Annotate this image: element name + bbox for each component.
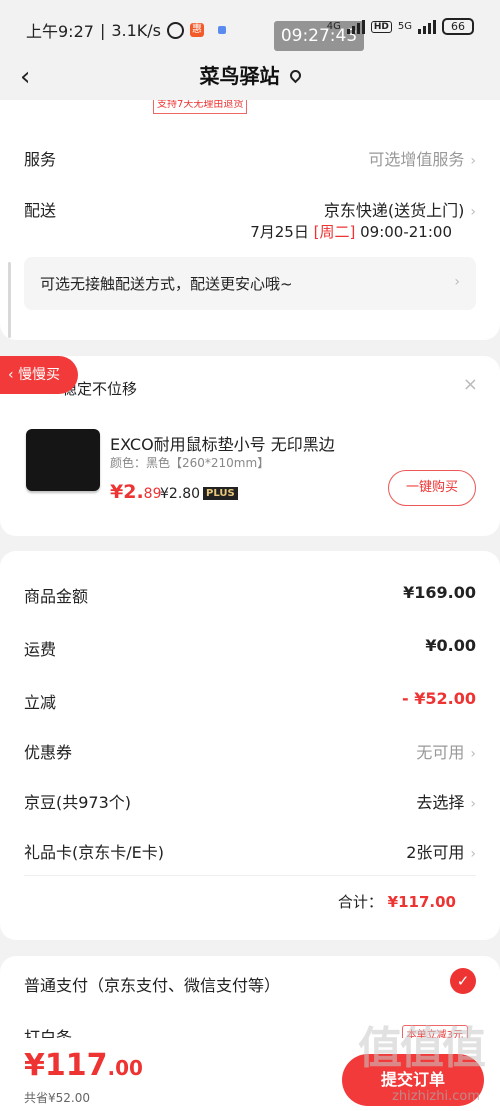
chevron-right-icon: › <box>470 153 476 169</box>
delivery-value: 京东快递(送货上门) › <box>323 201 476 220</box>
status-bar: 上午9:27 | 3.1K/s 惠 09:27:43 4G HD 5G 66 <box>0 0 500 56</box>
return-policy-badge: 支持7天无理由退货 <box>153 100 248 114</box>
price-summary-card: 商品金额 ¥169.00 运费 ¥0.00 立减 - ¥52.00 优惠券 无可… <box>0 551 500 940</box>
summary-row-shipping: 运费 ¥0.00 <box>24 636 476 659</box>
chevron-right-icon: › <box>470 204 476 220</box>
divider <box>24 875 476 876</box>
delivery-label: 配送 <box>24 201 57 220</box>
checkmark-icon[interactable]: ✓ <box>450 968 476 994</box>
status-separator: | <box>99 20 106 40</box>
battery-icon: 66 <box>442 18 474 35</box>
payment-option-normal[interactable]: 普通支付（京东支付、微信支付等） <box>24 972 476 995</box>
service-row[interactable]: 服务 可选增值服务 › <box>24 146 476 169</box>
alarm-icon <box>167 21 184 39</box>
contactless-delivery-notice[interactable]: 可选无接触配送方式，配送更安心哦~ › <box>24 257 476 310</box>
chevron-right-icon: › <box>454 274 460 290</box>
close-icon[interactable]: × <box>463 374 478 395</box>
chevron-right-icon: › <box>470 846 476 862</box>
plus-badge: PLUS <box>203 487 238 500</box>
scroll-indicator <box>8 262 11 338</box>
page-title: 菜鸟驿站 <box>0 60 500 89</box>
delivery-card: 支持7天无理由退货 服务 可选增值服务 › 配送 京东快递(送货上门) › 7月25… <box>0 100 500 340</box>
location-pin-icon <box>287 67 303 84</box>
summary-row-jingdou[interactable]: 京豆(共973个) 去选择 › <box>24 789 476 812</box>
saved-amount: 共省¥52.00 <box>24 1091 90 1105</box>
status-left: 上午9:27 | 3.1K/s 惠 <box>26 18 226 42</box>
subtotal-label: 合计： <box>337 893 383 911</box>
hd-icon: HD <box>370 20 392 33</box>
product-image[interactable] <box>26 429 100 491</box>
summary-row-giftcard[interactable]: 礼品卡(京东卡/E卡) 2张可用 › <box>24 839 476 862</box>
product-price: ¥2.89 <box>110 481 162 503</box>
network-5g-label: 5G <box>397 21 412 32</box>
product-spec: 颜色：黑色【260*210mm】 <box>110 456 270 470</box>
delivery-date-time: 09:00-21:00 <box>360 223 452 241</box>
one-click-buy-button[interactable]: 一键购买 <box>388 470 476 506</box>
app-notification-icon: 惠 <box>190 23 204 37</box>
subtotal: 合计： ¥117.00 <box>338 891 456 912</box>
status-right: 4G HD 5G 66 <box>327 18 474 35</box>
notification-dot-icon <box>218 26 226 34</box>
page-title-text: 菜鸟驿站 <box>199 64 280 88</box>
status-time: 上午9:27 <box>26 22 94 41</box>
delivery-row[interactable]: 配送 京东快递(送货上门) › <box>24 197 476 220</box>
order-total: ¥117.00 <box>24 1048 143 1083</box>
summary-row-goods: 商品金额 ¥169.00 <box>24 583 476 606</box>
submit-order-button[interactable]: 提交订单 <box>342 1054 484 1106</box>
product-name[interactable]: EXCO耐用鼠标垫小号 无印黑边 <box>110 431 335 455</box>
signal-icon <box>346 19 365 34</box>
summary-row-coupon[interactable]: 优惠券 无可用 › <box>24 739 476 762</box>
chevron-right-icon: › <box>470 746 476 762</box>
signal-icon <box>418 19 436 34</box>
chevron-right-icon: › <box>470 796 476 812</box>
subtotal-value: ¥117.00 <box>387 893 456 911</box>
network-4g-label: 4G <box>326 21 341 32</box>
notice-text: 可选无接触配送方式，配送更安心哦~ <box>40 275 293 293</box>
service-value: 可选增值服务 › <box>368 150 476 169</box>
status-speed: 3.1K/s <box>111 20 161 40</box>
slow-buy-tab[interactable]: ‹ 慢慢买 <box>0 356 78 394</box>
summary-row-discount: 立减 - ¥52.00 <box>24 689 476 712</box>
delivery-date-day: 7月25日 <box>250 223 309 241</box>
delivery-date: 7月25日 [周二] 09:00-21:00 <box>250 221 452 242</box>
product-plus-price: ¥2.80 <box>160 486 201 502</box>
nav-bar: ‹ 菜鸟驿站 <box>0 56 500 100</box>
delivery-date-weekday: [周二] <box>313 223 356 241</box>
bottom-bar: ¥117.00 共省¥52.00 提交订单 <box>0 1038 500 1111</box>
service-label: 服务 <box>24 150 57 169</box>
